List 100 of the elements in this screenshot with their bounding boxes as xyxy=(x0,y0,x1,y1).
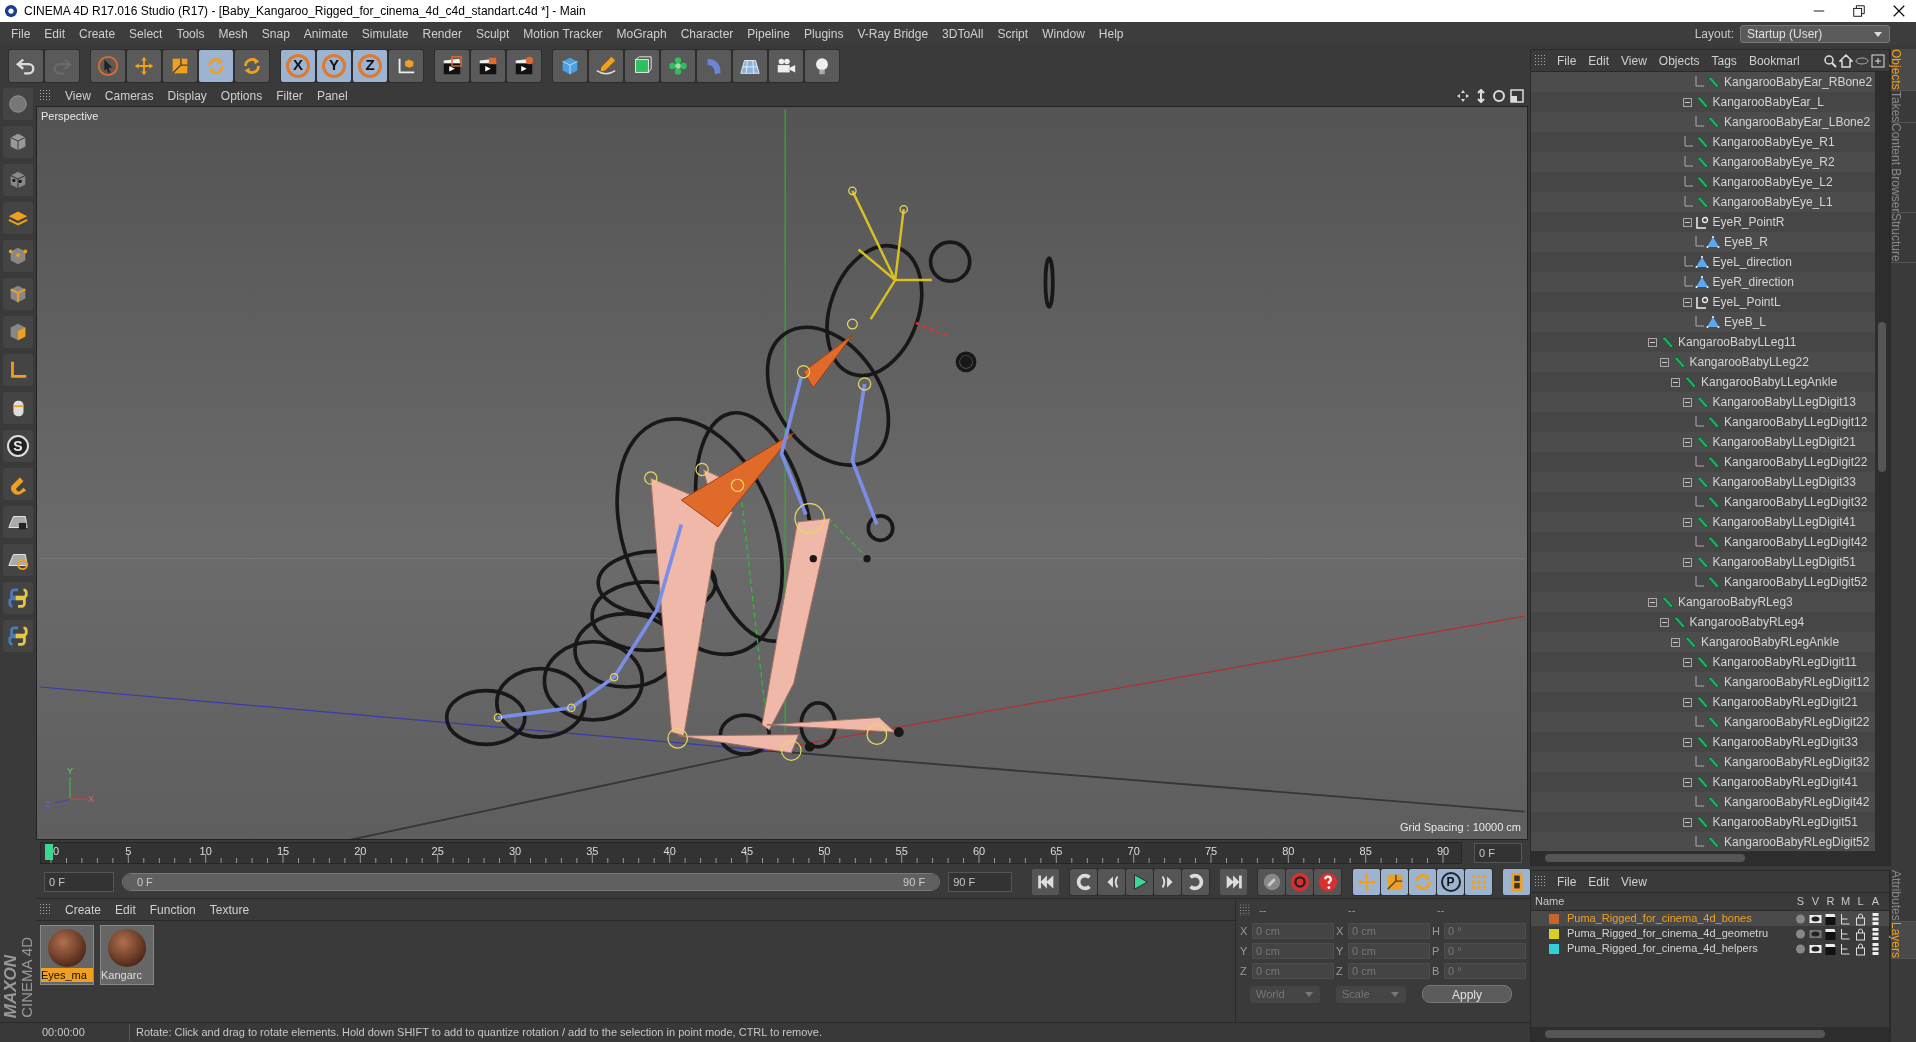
key-button[interactable] xyxy=(1258,869,1285,895)
layout-dropdown[interactable]: Startup (User) xyxy=(1740,24,1890,43)
object-row[interactable]: KangarooBabyLLegDigit41 xyxy=(1531,512,1875,532)
collapse-toggle[interactable] xyxy=(1648,337,1657,347)
clapperboard-button[interactable] xyxy=(507,49,541,82)
subdivision-cube-button[interactable] xyxy=(625,49,659,82)
workplane-button[interactable] xyxy=(3,202,33,234)
apply-button[interactable]: Apply xyxy=(1422,985,1512,1003)
object-row[interactable]: KangarooBabyLLegDigit51 xyxy=(1531,552,1875,572)
rotate-button[interactable] xyxy=(199,49,233,82)
key-back-button[interactable] xyxy=(1070,869,1097,895)
collapse-toggle[interactable] xyxy=(1659,357,1669,367)
range-slider-track[interactable]: 0 F 90 F xyxy=(121,873,941,891)
step-forward-button[interactable] xyxy=(1154,869,1181,895)
menu-item[interactable]: Plugins xyxy=(797,24,851,43)
collapse-toggle[interactable] xyxy=(1671,637,1680,647)
object-row[interactable]: KangarooBabyRLeg3 xyxy=(1531,592,1875,612)
menu-item[interactable]: V-Ray Bridge xyxy=(850,24,936,43)
skip-start-button[interactable] xyxy=(1032,869,1059,895)
menu-item[interactable]: Help xyxy=(1091,24,1131,43)
menu-item[interactable]: Script xyxy=(990,24,1036,43)
object-row[interactable]: KangarooBabyRLegDigit51 xyxy=(1531,812,1875,832)
cube-button[interactable] xyxy=(3,126,33,158)
sphere-button[interactable] xyxy=(3,88,33,120)
cube-button[interactable] xyxy=(553,49,587,82)
menu-item[interactable]: Bookmarl xyxy=(1742,51,1806,70)
collapse-toggle[interactable] xyxy=(1659,617,1669,627)
menu-item[interactable]: File xyxy=(1551,51,1583,70)
axis-lock-button[interactable]: X xyxy=(281,49,315,82)
object-row[interactable]: KangarooBabyLLeg22 xyxy=(1531,352,1875,372)
current-frame-field[interactable]: 0 F xyxy=(1474,843,1522,863)
menu-item[interactable]: Motion Tracker xyxy=(516,24,610,43)
vertical-scrollbar[interactable] xyxy=(1875,72,1889,851)
menu-item[interactable]: Edit xyxy=(108,900,143,919)
undo-button[interactable] xyxy=(9,49,43,82)
object-row[interactable]: EyeL_PointL xyxy=(1531,292,1875,312)
collapse-toggle[interactable] xyxy=(1682,397,1692,407)
object-row[interactable]: KangarooBabyRLegDigit33 xyxy=(1531,732,1875,752)
menu-item[interactable]: Filter xyxy=(269,87,310,105)
skip-end-button[interactable] xyxy=(1220,869,1247,895)
key-forward-button[interactable] xyxy=(1182,869,1209,895)
dot-grid-button[interactable] xyxy=(1465,869,1492,895)
object-row[interactable]: KangarooBabyLLegDigit12 xyxy=(1531,412,1875,432)
collapse-toggle[interactable] xyxy=(1682,477,1692,487)
cursor-button[interactable] xyxy=(91,49,125,82)
collapse-toggle[interactable] xyxy=(1682,697,1692,707)
clapperboard-button[interactable] xyxy=(435,49,469,82)
object-row[interactable]: KangarooBabyEye_L1 xyxy=(1531,192,1875,212)
object-row[interactable]: KangarooBabyLLegDigit42 xyxy=(1531,532,1875,552)
object-row[interactable]: KangarooBabyLLegDigit32 xyxy=(1531,492,1875,512)
object-row[interactable]: KangarooBabyRLegDigit52 xyxy=(1531,832,1875,851)
object-row[interactable]: KangarooBabyRLegDigit41 xyxy=(1531,772,1875,792)
menu-item[interactable]: Select xyxy=(122,24,170,43)
object-row[interactable]: EyeR_PointR xyxy=(1531,212,1875,232)
object-row[interactable]: KangarooBabyEye_L2 xyxy=(1531,172,1875,192)
menu-item[interactable]: View xyxy=(58,87,98,105)
question-button[interactable] xyxy=(1314,869,1341,895)
layer-row[interactable]: Puma_Rigged_for_cinema_4d_helpers xyxy=(1531,941,1889,956)
python-button[interactable] xyxy=(3,620,33,652)
object-row[interactable]: KangarooBabyLLegDigit22 xyxy=(1531,452,1875,472)
pen-button[interactable] xyxy=(589,49,623,82)
clapperboard-button[interactable] xyxy=(471,49,505,82)
light-bulb-button[interactable] xyxy=(805,49,839,82)
menu-item[interactable]: MoGraph xyxy=(609,24,674,43)
film-strip-button[interactable] xyxy=(1503,869,1530,895)
object-row[interactable]: KangarooBabyRLegDigit11 xyxy=(1531,652,1875,672)
menu-item[interactable]: File xyxy=(1551,872,1583,891)
collapse-toggle[interactable] xyxy=(1682,657,1692,667)
menu-item[interactable]: Window xyxy=(1035,24,1092,43)
object-row[interactable]: KangarooBabyRLegDigit22 xyxy=(1531,712,1875,732)
axis-lock-button[interactable]: Y xyxy=(317,49,351,82)
mouse-button[interactable] xyxy=(3,392,33,424)
start-frame-field[interactable]: 0 F xyxy=(44,872,114,892)
menu-item[interactable]: Objects xyxy=(1652,51,1706,70)
material-item[interactable]: Eyes_ma xyxy=(40,925,94,985)
object-row[interactable]: EyeB_L xyxy=(1531,312,1875,332)
menu-item[interactable]: Animate xyxy=(296,24,355,43)
move-button[interactable] xyxy=(127,49,161,82)
object-row[interactable]: KangarooBabyRLegDigit42 xyxy=(1531,792,1875,812)
snap-button[interactable]: S xyxy=(3,430,33,462)
menu-item[interactable]: Edit xyxy=(1582,51,1616,70)
menu-item[interactable]: Display xyxy=(160,87,214,105)
grid-button[interactable] xyxy=(3,544,33,576)
end-frame-field[interactable]: 90 F xyxy=(948,872,1012,892)
side-tab[interactable]: Content Browser xyxy=(1891,123,1916,214)
object-row[interactable]: KangarooBabyEar_RBone2 xyxy=(1531,72,1875,92)
rotate-button[interactable] xyxy=(235,49,269,82)
menu-item[interactable]: Tools xyxy=(169,24,212,43)
collapse-toggle[interactable] xyxy=(1648,597,1657,607)
collapse-toggle[interactable] xyxy=(1682,297,1692,307)
object-row[interactable]: KangarooBabyEye_R2 xyxy=(1531,152,1875,172)
checker-cube-button[interactable] xyxy=(3,164,33,196)
object-row[interactable]: KangarooBabyLLegDigit52 xyxy=(1531,572,1875,592)
menu-item[interactable]: File xyxy=(4,24,38,43)
side-tab[interactable]: Takes xyxy=(1891,90,1916,124)
cloner-button[interactable] xyxy=(661,49,695,82)
polygons-cube-button[interactable] xyxy=(3,316,33,348)
object-row[interactable]: KangarooBabyLLegDigit13 xyxy=(1531,392,1875,412)
layer-row[interactable]: Puma_Rigged_for_cinema_4d_geometru xyxy=(1531,926,1889,941)
scale-button[interactable] xyxy=(163,49,197,82)
